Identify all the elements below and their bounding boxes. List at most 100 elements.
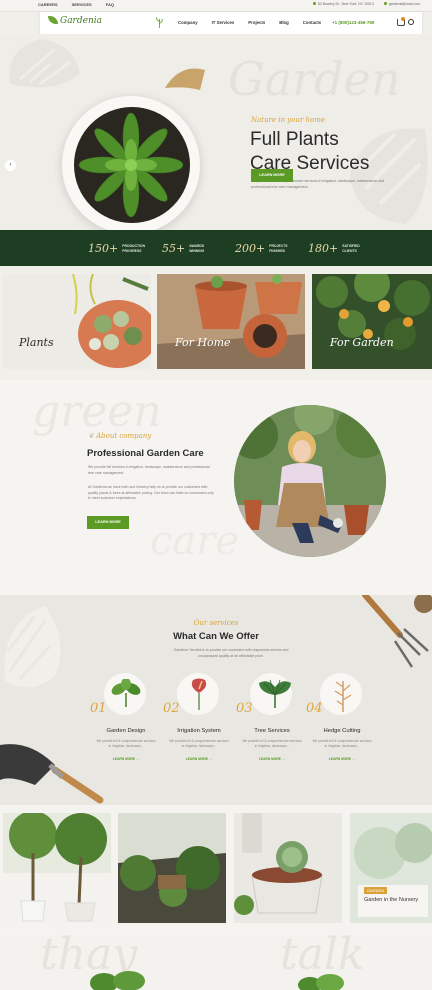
top-link-careers[interactable]: CAREERS bbox=[38, 2, 58, 7]
nursery-image bbox=[350, 813, 432, 923]
hero-title-line-1: Full Plants bbox=[250, 129, 339, 150]
gallery-item[interactable] bbox=[118, 813, 226, 923]
logo-leaf-icon bbox=[48, 16, 58, 24]
category-label-for-garden: For Garden bbox=[330, 336, 394, 349]
monstera-plant-icon bbox=[111, 679, 141, 707]
category-card-plants[interactable]: Plants bbox=[3, 274, 151, 369]
service-number: 04 bbox=[306, 701, 323, 716]
top-contact: 52 Bowery St., New York, NY 10013 garden… bbox=[312, 2, 420, 6]
gallery-tag: GARDEN bbox=[364, 887, 388, 894]
category-card-for-garden[interactable]: For Garden bbox=[312, 274, 432, 369]
stat-item: 180+ SATISFIED CLIENTS bbox=[308, 242, 368, 255]
top-link-services[interactable]: SERVICES bbox=[72, 2, 92, 7]
phone-number[interactable]: +1 (800)123-456-789 bbox=[332, 20, 374, 25]
service-description: We provide full & comprehensive services… bbox=[169, 739, 229, 748]
category-label-for-home: For Home bbox=[175, 336, 231, 349]
leaf-divider-icon bbox=[156, 16, 163, 28]
stat-label: AWARDS WINNING bbox=[189, 244, 215, 253]
stat-label-line-2: PROGRESS bbox=[122, 248, 142, 253]
terracotta-pots-image bbox=[157, 274, 305, 369]
arrow-right-icon: → bbox=[208, 757, 213, 761]
services-description: Gardener Verdant is to provide our custo… bbox=[173, 648, 289, 658]
service-learn-more-link[interactable]: LEARN MORE → bbox=[163, 757, 235, 761]
gallery-section bbox=[0, 805, 432, 935]
gardener-image bbox=[234, 405, 386, 557]
service-learn-more-link[interactable]: LEARN MORE → bbox=[90, 757, 162, 761]
service-learn-more-text: LEARN MORE bbox=[258, 757, 281, 761]
nav-item-it-services[interactable]: IT Services bbox=[212, 20, 235, 25]
top-bar: CAREERS SERVICES FAQ 52 Bowery St., New … bbox=[0, 0, 432, 12]
stat-label-line-1: PROJECTS bbox=[269, 244, 288, 248]
about-paragraph-1: We provide full services in irrigation, … bbox=[88, 465, 210, 475]
gardener-photo bbox=[234, 405, 386, 557]
address: 52 Bowery St., New York, NY 10013 bbox=[312, 2, 374, 6]
service-name: Garden Design bbox=[106, 728, 146, 734]
service-number: 02 bbox=[163, 701, 180, 716]
stat-number: 55+ bbox=[162, 242, 186, 255]
testimonials-section: thay talk bbox=[0, 935, 432, 990]
stat-label-line-1: PRODUCTION bbox=[122, 244, 146, 248]
mail-icon bbox=[383, 2, 387, 5]
stat-label: PROJECTS FINISHED bbox=[269, 244, 295, 253]
plant-leaves-image bbox=[298, 974, 344, 990]
gallery-item[interactable] bbox=[350, 813, 432, 923]
stat-label-line-2: FINISHED bbox=[269, 248, 286, 253]
gallery-caption[interactable]: Garden in the Nursery bbox=[364, 897, 418, 903]
nav-item-blog[interactable]: Blog bbox=[279, 20, 289, 25]
email-text: gardenia@mail.com bbox=[388, 2, 420, 6]
cart-badge bbox=[401, 17, 405, 21]
anthurium-icon bbox=[191, 678, 207, 710]
arrow-right-icon: → bbox=[281, 757, 286, 761]
about-section: green care ❦ About company Professional … bbox=[0, 380, 432, 595]
about-learn-more-button[interactable]: LEARN MORE bbox=[87, 516, 129, 529]
address-text: 52 Bowery St., New York, NY 10013 bbox=[317, 2, 374, 6]
hero-learn-more-button[interactable]: LEARN MORE bbox=[251, 169, 293, 182]
category-label-plants: Plants bbox=[19, 336, 54, 349]
nav-item-company[interactable]: Company bbox=[178, 20, 198, 25]
logo[interactable]: Gardenia bbox=[48, 16, 102, 26]
plant-leaves-image bbox=[90, 971, 145, 990]
cactus-pot-image bbox=[234, 813, 342, 923]
service-learn-more-text: LEARN MORE bbox=[112, 757, 135, 761]
garden-fork-icon bbox=[362, 595, 432, 668]
search-icon[interactable] bbox=[408, 19, 414, 25]
service-learn-more-link[interactable]: LEARN MORE → bbox=[236, 757, 308, 761]
arrow-right-icon: → bbox=[135, 757, 140, 761]
hero-watermark: Garden bbox=[228, 52, 401, 106]
stat-item: 55+ AWARDS WINNING bbox=[162, 242, 215, 255]
service-number: 01 bbox=[90, 701, 107, 716]
service-number: 03 bbox=[236, 701, 253, 716]
nav-item-contacts[interactable]: Contacts bbox=[303, 20, 321, 25]
email[interactable]: gardenia@mail.com bbox=[383, 2, 420, 6]
about-watermark-green: green bbox=[32, 386, 162, 437]
stats-band: 150+ PRODUCTION PROGRESS 55+ AWARDS WINNING … bbox=[0, 230, 432, 266]
twine-icon bbox=[165, 68, 205, 90]
service-learn-more-text: LEARN MORE bbox=[185, 757, 208, 761]
service-learn-more-link[interactable]: LEARN MORE → bbox=[306, 757, 378, 761]
stat-item: 200+ PROJECTS FINISHED bbox=[235, 242, 295, 255]
stat-label-line-1: SATISFIED bbox=[342, 244, 360, 248]
gallery-item[interactable] bbox=[234, 813, 342, 923]
sprout-icon: ❦ bbox=[88, 432, 97, 440]
service-name: Irrigation System bbox=[177, 728, 221, 734]
gallery-item[interactable] bbox=[3, 813, 111, 923]
stat-label: PRODUCTION PROGRESS bbox=[122, 244, 148, 253]
palm-leaf-icon bbox=[259, 679, 291, 708]
succulent-planter-image bbox=[3, 274, 151, 369]
logo-text: Gardenia bbox=[60, 16, 102, 26]
stat-label: SATISFIED CLIENTS bbox=[342, 244, 368, 253]
category-card-for-home[interactable]: For Home bbox=[157, 274, 305, 369]
citrus-tree-image bbox=[312, 274, 432, 369]
service-learn-more-text: LEARN MORE bbox=[328, 757, 351, 761]
service-description: We provide full & comprehensive services… bbox=[242, 739, 302, 748]
stat-item: 150+ PRODUCTION PROGRESS bbox=[88, 242, 148, 255]
service-description: We provide full & comprehensive services… bbox=[96, 739, 156, 748]
service-description: We provide full & comprehensive services… bbox=[312, 739, 372, 748]
prev-slide-button[interactable]: ‹ bbox=[5, 160, 16, 171]
nav-menu: Company IT Services Projects Blog Contac… bbox=[178, 20, 321, 25]
services-script: Our services bbox=[193, 619, 239, 627]
location-icon bbox=[312, 2, 316, 5]
top-links: CAREERS SERVICES FAQ bbox=[38, 2, 114, 7]
top-link-faq[interactable]: FAQ bbox=[106, 2, 114, 7]
nav-item-projects[interactable]: Projects bbox=[248, 20, 265, 25]
